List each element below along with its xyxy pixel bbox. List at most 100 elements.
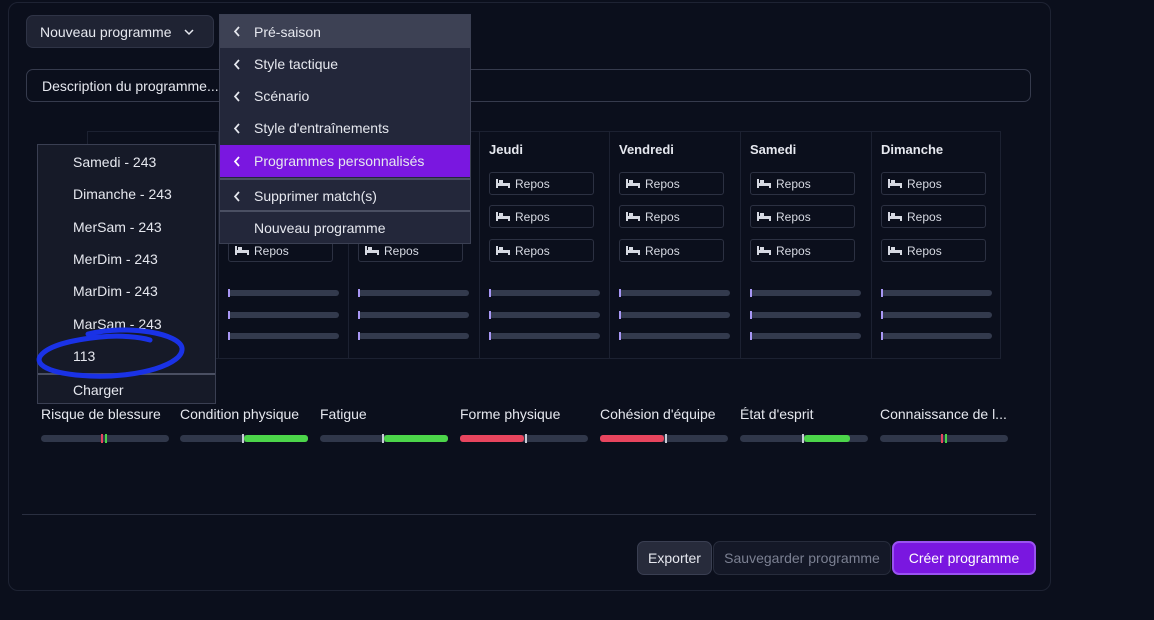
program-menu: Pré-saison Style tactique Scénario Style… [219, 14, 471, 244]
slot-label: Repos [254, 243, 289, 258]
stat-gauge [320, 434, 448, 443]
menu-item-label: Pré-saison [254, 23, 321, 40]
program-item[interactable]: 113 [73, 348, 95, 364]
stat-label: Fatigue [320, 406, 367, 422]
menu-item-label: Nouveau programme [254, 219, 386, 236]
day-title: Vendredi [619, 142, 674, 157]
stat-gauge [600, 434, 728, 443]
stat-label: Risque de blessure [41, 406, 161, 422]
slot-repos[interactable]: Repos [750, 239, 855, 262]
create-program-button[interactable]: Créer programme [892, 541, 1036, 575]
menu-item-label: Supprimer match(s) [254, 188, 377, 204]
load-bar [489, 311, 600, 319]
menu-item-tactical-style[interactable]: Style tactique [220, 48, 470, 80]
slot-label: Repos [645, 243, 680, 258]
menu-item-training-style[interactable]: Style d'entraînements [220, 112, 470, 144]
slot-repos[interactable]: Repos [489, 239, 594, 262]
load-bar [228, 332, 339, 340]
program-dropdown-label: Nouveau programme [40, 23, 172, 40]
slot-repos[interactable]: Repos [489, 172, 594, 195]
bed-icon [888, 179, 902, 188]
chevron-left-icon [233, 190, 240, 202]
footer-divider [22, 514, 1036, 515]
stat-label: État d'esprit [740, 406, 814, 422]
menu-item-label: Style tactique [254, 56, 339, 72]
load-bar [489, 289, 600, 297]
load-bar [750, 332, 861, 340]
load-bar [228, 289, 339, 297]
custom-programs-submenu: Samedi - 243 Dimanche - 243 MerSam - 243… [37, 144, 216, 404]
slot-label: Repos [645, 209, 680, 224]
slot-label: Repos [907, 243, 942, 258]
menu-item-custom-programs[interactable]: Programmes personnalisés [220, 145, 470, 177]
bed-icon [888, 212, 902, 221]
load-bar [228, 311, 339, 319]
stat-gauge [880, 434, 1008, 443]
slot-repos[interactable]: Repos [750, 172, 855, 195]
menu-item-delete-matches[interactable]: Supprimer match(s) [220, 180, 470, 212]
stat-gauge [460, 434, 588, 443]
stat-label: Connaissance de l... [880, 406, 1007, 422]
stat-physical-condition: Condition physique [180, 406, 308, 443]
load-bar [619, 311, 730, 319]
slot-repos[interactable]: Repos [619, 205, 724, 228]
day-title: Dimanche [881, 142, 944, 157]
load-bar [358, 332, 469, 340]
day-title: Jeudi [489, 142, 523, 157]
program-item[interactable]: MarDim - 243 [73, 283, 158, 299]
bed-icon [888, 246, 902, 255]
bed-icon [626, 212, 640, 221]
bed-icon [757, 246, 771, 255]
load-bar [881, 332, 992, 340]
bed-icon [757, 212, 771, 221]
stat-fatigue: Fatigue [320, 406, 448, 443]
load-bar [881, 311, 992, 319]
stat-fitness: Forme physique [460, 406, 588, 443]
slot-repos[interactable]: Repos [881, 205, 986, 228]
program-item[interactable]: Samedi - 243 [73, 154, 156, 170]
program-item[interactable]: MarSam - 243 [73, 316, 162, 332]
menu-item-label: Programmes personnalisés [254, 153, 425, 169]
slot-repos[interactable]: Repos [489, 205, 594, 228]
load-button[interactable]: Charger [73, 382, 124, 398]
program-item[interactable]: MerSam - 243 [73, 219, 162, 235]
day-column-samedi: Samedi Repos Repos Repos [740, 131, 870, 359]
slot-repos[interactable]: Repos [881, 239, 986, 262]
save-program-button[interactable]: Sauvegarder programme [713, 541, 891, 575]
menu-item-pre-season[interactable]: Pré-saison [220, 15, 470, 48]
slot-label: Repos [776, 243, 811, 258]
chevron-left-icon [233, 26, 240, 37]
load-bar [619, 289, 730, 297]
slot-label: Repos [776, 176, 811, 191]
load-bar [750, 311, 861, 319]
stat-state-of-mind: État d'esprit [740, 406, 868, 443]
slot-repos[interactable]: Repos [619, 239, 724, 262]
program-item[interactable]: MerDim - 243 [73, 251, 158, 267]
chevron-left-icon [233, 122, 240, 134]
program-item[interactable]: Dimanche - 243 [73, 186, 172, 202]
menu-item-scenario[interactable]: Scénario [220, 80, 470, 112]
menu-item-new-program[interactable]: Nouveau programme [220, 212, 470, 243]
slot-label: Repos [515, 176, 550, 191]
menu-item-label: Style d'entraînements [254, 120, 389, 136]
bed-icon [626, 246, 640, 255]
menu-item-label: Scénario [254, 88, 310, 104]
bed-icon [496, 212, 510, 221]
chevron-left-icon [233, 90, 240, 102]
export-button[interactable]: Exporter [637, 541, 712, 575]
stat-label: Cohésion d'équipe [600, 406, 716, 422]
bed-icon [757, 179, 771, 188]
slot-repos[interactable]: Repos [881, 172, 986, 195]
program-dropdown[interactable]: Nouveau programme [26, 15, 214, 48]
bed-icon [235, 246, 249, 255]
description-input[interactable]: Description du programme... [26, 69, 1031, 102]
slot-label: Repos [907, 176, 942, 191]
day-title: Samedi [750, 142, 797, 157]
stat-gauge [180, 434, 308, 443]
bed-icon [626, 179, 640, 188]
chevron-down-icon [183, 28, 194, 35]
slot-repos[interactable]: Repos [619, 172, 724, 195]
slot-label: Repos [515, 209, 550, 224]
slot-label: Repos [776, 209, 811, 224]
slot-repos[interactable]: Repos [750, 205, 855, 228]
